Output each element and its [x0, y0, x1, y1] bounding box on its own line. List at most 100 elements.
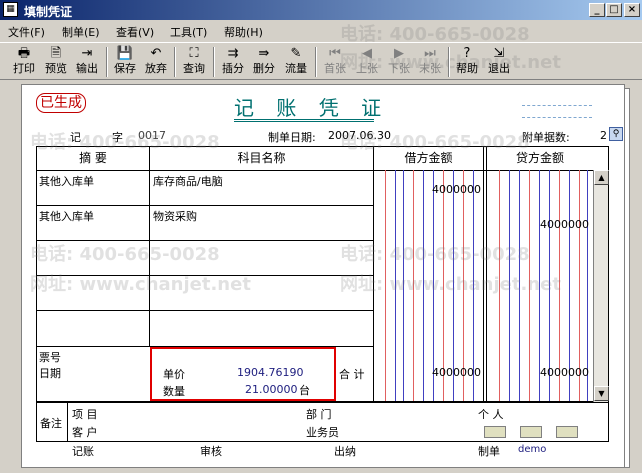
- maker-name: demo: [518, 444, 547, 455]
- voucher-type[interactable]: 记: [70, 129, 81, 145]
- menu-bar: 文件(F) 制单(E) 查看(V) 工具(T) 帮助(H): [0, 21, 642, 41]
- window-title: 填制凭证: [24, 5, 73, 19]
- close-button[interactable]: ×: [624, 3, 640, 17]
- prev-icon: ◀: [362, 46, 372, 61]
- voucher-no-label: 字: [112, 131, 123, 144]
- save-icon: 💾: [116, 46, 134, 61]
- grid-line: [36, 402, 37, 442]
- voucher-number[interactable]: 0017: [138, 129, 166, 142]
- menu-tools[interactable]: 工具(T): [170, 24, 207, 40]
- total-credit: 4000000: [540, 366, 589, 379]
- last-icon: ⏭: [424, 46, 436, 61]
- cashier-label: 出纳: [334, 445, 356, 458]
- grid-line: [37, 205, 373, 206]
- maker-label: 制单: [478, 445, 500, 458]
- export-button[interactable]: ⇥ 输出: [72, 45, 102, 79]
- toolbar-separator: [315, 47, 317, 77]
- grid-line: [486, 147, 487, 401]
- toolbar-separator: [213, 47, 215, 77]
- first-icon: ⏮: [329, 46, 341, 61]
- col-account: 科目名称: [237, 151, 286, 165]
- binoculars-icon: ⛶: [189, 46, 199, 61]
- save-button[interactable]: 💾 保存: [110, 45, 140, 79]
- total-debit: 4000000: [432, 366, 481, 379]
- customer-label: 客 户: [72, 426, 98, 439]
- cashflow-icon: ✎: [290, 46, 302, 61]
- help-button[interactable]: ? 帮助: [452, 45, 482, 79]
- row1-account[interactable]: 库存商品/电脑: [153, 173, 223, 189]
- dashed-line: [522, 105, 592, 106]
- menu-file[interactable]: 文件(F): [8, 24, 45, 40]
- grid-line: [36, 402, 609, 403]
- menu-view[interactable]: 查看(V): [116, 24, 154, 40]
- col-debit: 借方金额: [404, 151, 453, 165]
- cashflow-button[interactable]: ✎ 流量: [281, 45, 311, 79]
- account-icon[interactable]: [520, 426, 542, 438]
- scroll-down-icon[interactable]: ▼: [594, 386, 609, 401]
- first-voucher-button[interactable]: ⏮ 首张: [320, 45, 350, 79]
- auditor-label: 审核: [200, 445, 222, 458]
- status-stamp: 已生成: [36, 93, 86, 113]
- dashed-line: [522, 117, 592, 118]
- insert-line-button[interactable]: ⇉ 插分: [218, 45, 248, 79]
- preview-button[interactable]: 🗎 预览: [41, 45, 71, 79]
- title-bar: ▦ 填制凭证 _ □ ×: [0, 0, 642, 20]
- delete-row-icon: ⇛: [258, 46, 270, 61]
- voucher-date[interactable]: 2007.06.30: [328, 129, 391, 142]
- row1-summary[interactable]: 其他入库单: [39, 173, 94, 189]
- row1-debit[interactable]: 4000000: [377, 183, 481, 196]
- last-voucher-button[interactable]: ⏭ 末张: [415, 45, 445, 79]
- person-label: 个 人: [478, 408, 504, 421]
- dept-label: 部 门: [306, 408, 332, 421]
- grid-line: [608, 402, 609, 442]
- magnifier-icon[interactable]: ⚲: [609, 127, 623, 141]
- row2-account[interactable]: 物资采购: [153, 208, 197, 224]
- query-button[interactable]: ⛶ 查询: [179, 45, 209, 79]
- exit-icon: ⇲: [493, 46, 505, 61]
- discard-button[interactable]: ↶ 放弃: [141, 45, 171, 79]
- date2-label: 日期: [39, 367, 61, 380]
- maximize-button[interactable]: □: [606, 3, 622, 17]
- voucher-title: 记 账 凭 证: [234, 96, 390, 120]
- grid-line: [149, 147, 150, 347]
- toolbar-separator: [448, 47, 450, 77]
- bill-label: 票号: [39, 351, 61, 364]
- total-label: 合 计: [339, 368, 365, 381]
- toolbar-separator: [174, 47, 176, 77]
- help-icon: ?: [463, 46, 471, 61]
- title-underline: [234, 119, 374, 120]
- scroll-up-icon[interactable]: ▲: [594, 170, 609, 185]
- card-icon[interactable]: [484, 426, 506, 438]
- attach-label: 附单据数:: [522, 131, 570, 144]
- vertical-scrollbar[interactable]: ▲ ▼: [593, 170, 609, 402]
- row2-credit[interactable]: 4000000: [489, 218, 589, 231]
- grid-line: [36, 441, 609, 442]
- prev-voucher-button[interactable]: ◀ 上张: [352, 45, 382, 79]
- toolbar: 🖶 打印 🗎 预览 ⇥ 输出 💾 保存 ↶ 放弃 ⛶ 查询 ⇉ 插分 ⇛ 删分 ✎ 流量 ⏮ 首张 …: [0, 42, 642, 80]
- menu-voucher[interactable]: 制单(E): [62, 24, 100, 40]
- grid-line: [37, 275, 373, 276]
- bookkeeper-label: 记账: [72, 445, 94, 458]
- highlight-box: [150, 347, 336, 401]
- row2-summary[interactable]: 其他入库单: [39, 208, 94, 224]
- delete-line-button[interactable]: ⇛ 删分: [249, 45, 279, 79]
- exit-button[interactable]: ⇲ 退出: [484, 45, 514, 79]
- col-credit: 贷方金额: [515, 151, 564, 165]
- export-icon: ⇥: [81, 46, 93, 61]
- print-button[interactable]: 🖶 打印: [9, 45, 39, 79]
- grid-line: [37, 310, 373, 311]
- toolbar-separator: [106, 47, 108, 77]
- undo-icon: ↶: [150, 46, 162, 61]
- date-label: 制单日期:: [268, 131, 316, 144]
- minimize-button[interactable]: _: [589, 3, 605, 17]
- col-summary: 摘 要: [79, 151, 107, 165]
- tools-icon[interactable]: [556, 426, 578, 438]
- grid-line: [373, 147, 374, 401]
- next-voucher-button[interactable]: ▶ 下张: [384, 45, 414, 79]
- menu-help[interactable]: 帮助(H): [224, 24, 263, 40]
- grid-line: [483, 147, 484, 401]
- next-icon: ▶: [394, 46, 404, 61]
- title-underline: [234, 121, 374, 122]
- preview-icon: 🗎: [50, 46, 62, 61]
- attach-count[interactable]: 2: [600, 129, 607, 142]
